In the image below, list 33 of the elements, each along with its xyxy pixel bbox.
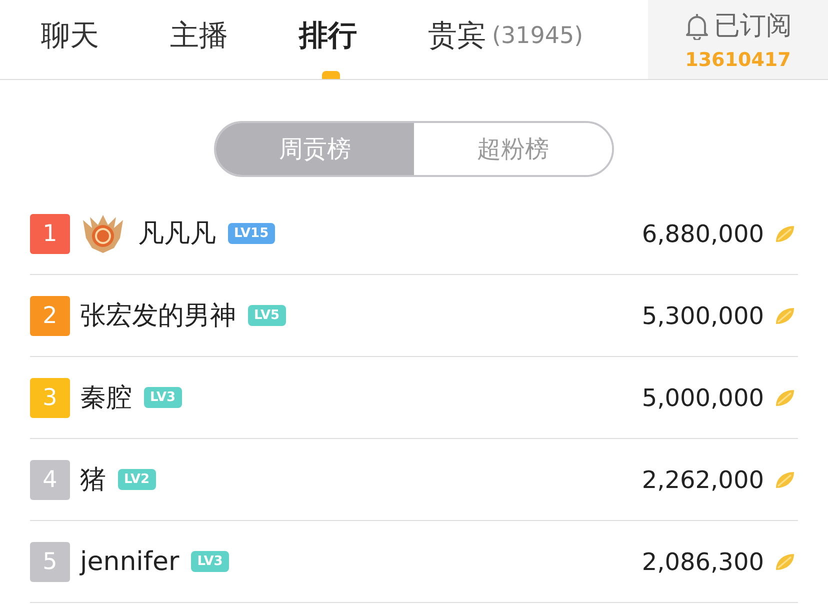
user-name: 张宏发的男神 <box>80 300 236 333</box>
contribution-amount: 2,262,000 <box>642 466 764 494</box>
tab[interactable]: 排行 <box>266 0 395 79</box>
rank-badge: 5 <box>30 542 70 582</box>
tab[interactable]: 贵宾 (31945) <box>395 0 622 79</box>
level-badge: LV5 <box>248 305 286 326</box>
leaf-icon <box>774 306 796 326</box>
rank-badge: 3 <box>30 378 70 418</box>
rank-badge: 2 <box>30 296 70 336</box>
user-name: jennifer <box>80 546 180 576</box>
user-name: 猪 <box>80 464 106 497</box>
rank-badge: 1 <box>30 214 70 254</box>
leaf-icon <box>774 388 796 408</box>
level-badge: LV15 <box>228 223 275 244</box>
subscribe-button[interactable]: 已订阅 13610417 <box>648 0 828 79</box>
leaf-icon <box>774 552 796 572</box>
contribution-amount: 2,086,300 <box>642 548 764 576</box>
leaf-icon <box>774 224 796 244</box>
rank-badge: 4 <box>30 460 70 500</box>
tab[interactable]: 聊天 <box>8 0 137 79</box>
level-badge: LV3 <box>144 387 182 408</box>
bell-icon <box>684 12 710 40</box>
user-name: 秦腔 <box>80 382 132 415</box>
contribution-amount: 5,000,000 <box>642 384 764 412</box>
contribution-amount: 6,880,000 <box>642 220 764 248</box>
tab[interactable]: 主播 <box>137 0 266 79</box>
subscribe-label: 已订阅 <box>714 10 792 43</box>
contribution-amount: 5,300,000 <box>642 302 764 330</box>
subscriber-count: 13610417 <box>685 49 791 71</box>
level-badge: LV3 <box>191 551 229 572</box>
user-name: 凡凡凡 <box>138 218 216 251</box>
level-badge: LV2 <box>118 469 156 490</box>
leaf-icon <box>774 470 796 490</box>
